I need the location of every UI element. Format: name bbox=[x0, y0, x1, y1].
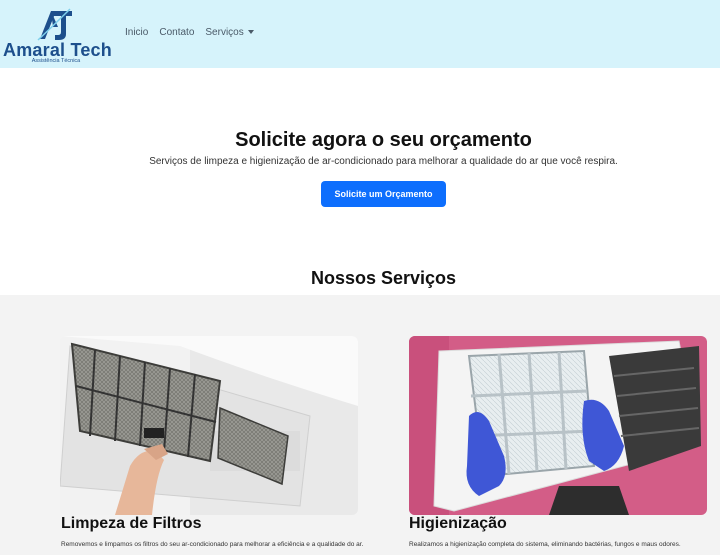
card-text-limpeza: Removemos e limpamos os filtros do seu a… bbox=[61, 541, 364, 548]
navbar: Amaral Tech Assistência Técnica Inicio C… bbox=[0, 0, 720, 68]
brand-logo[interactable]: Amaral Tech Assistência Técnica bbox=[0, 5, 115, 64]
hero-subtitle: Serviços de limpeza e higienização de ar… bbox=[149, 156, 618, 167]
nav-link-contato[interactable]: Contato bbox=[159, 27, 194, 38]
caret-down-icon bbox=[247, 30, 254, 34]
main-nav: Inicio Contato Serviços bbox=[125, 27, 254, 38]
card-text-higienizacao: Realizamos a higienização completa do si… bbox=[409, 541, 681, 548]
logo-mark-icon bbox=[37, 8, 72, 41]
brand-tagline: Assistência Técnica bbox=[31, 58, 81, 64]
sanitizing-image bbox=[409, 336, 707, 515]
card-title-higienizacao: Higienização bbox=[409, 515, 507, 532]
request-quote-button[interactable]: Solicite um Orçamento bbox=[321, 181, 446, 207]
filter-cleaning-image bbox=[60, 336, 358, 515]
nav-link-inicio[interactable]: Inicio bbox=[125, 27, 148, 38]
services-title: Nossos Serviços bbox=[310, 268, 457, 288]
hero-title: Solicite agora o seu orçamento bbox=[235, 129, 532, 151]
card-title-limpeza: Limpeza de Filtros bbox=[61, 515, 202, 532]
nav-link-servicos-label: Serviços bbox=[205, 27, 244, 38]
nav-link-servicos-dropdown[interactable]: Serviços bbox=[205, 27, 254, 38]
